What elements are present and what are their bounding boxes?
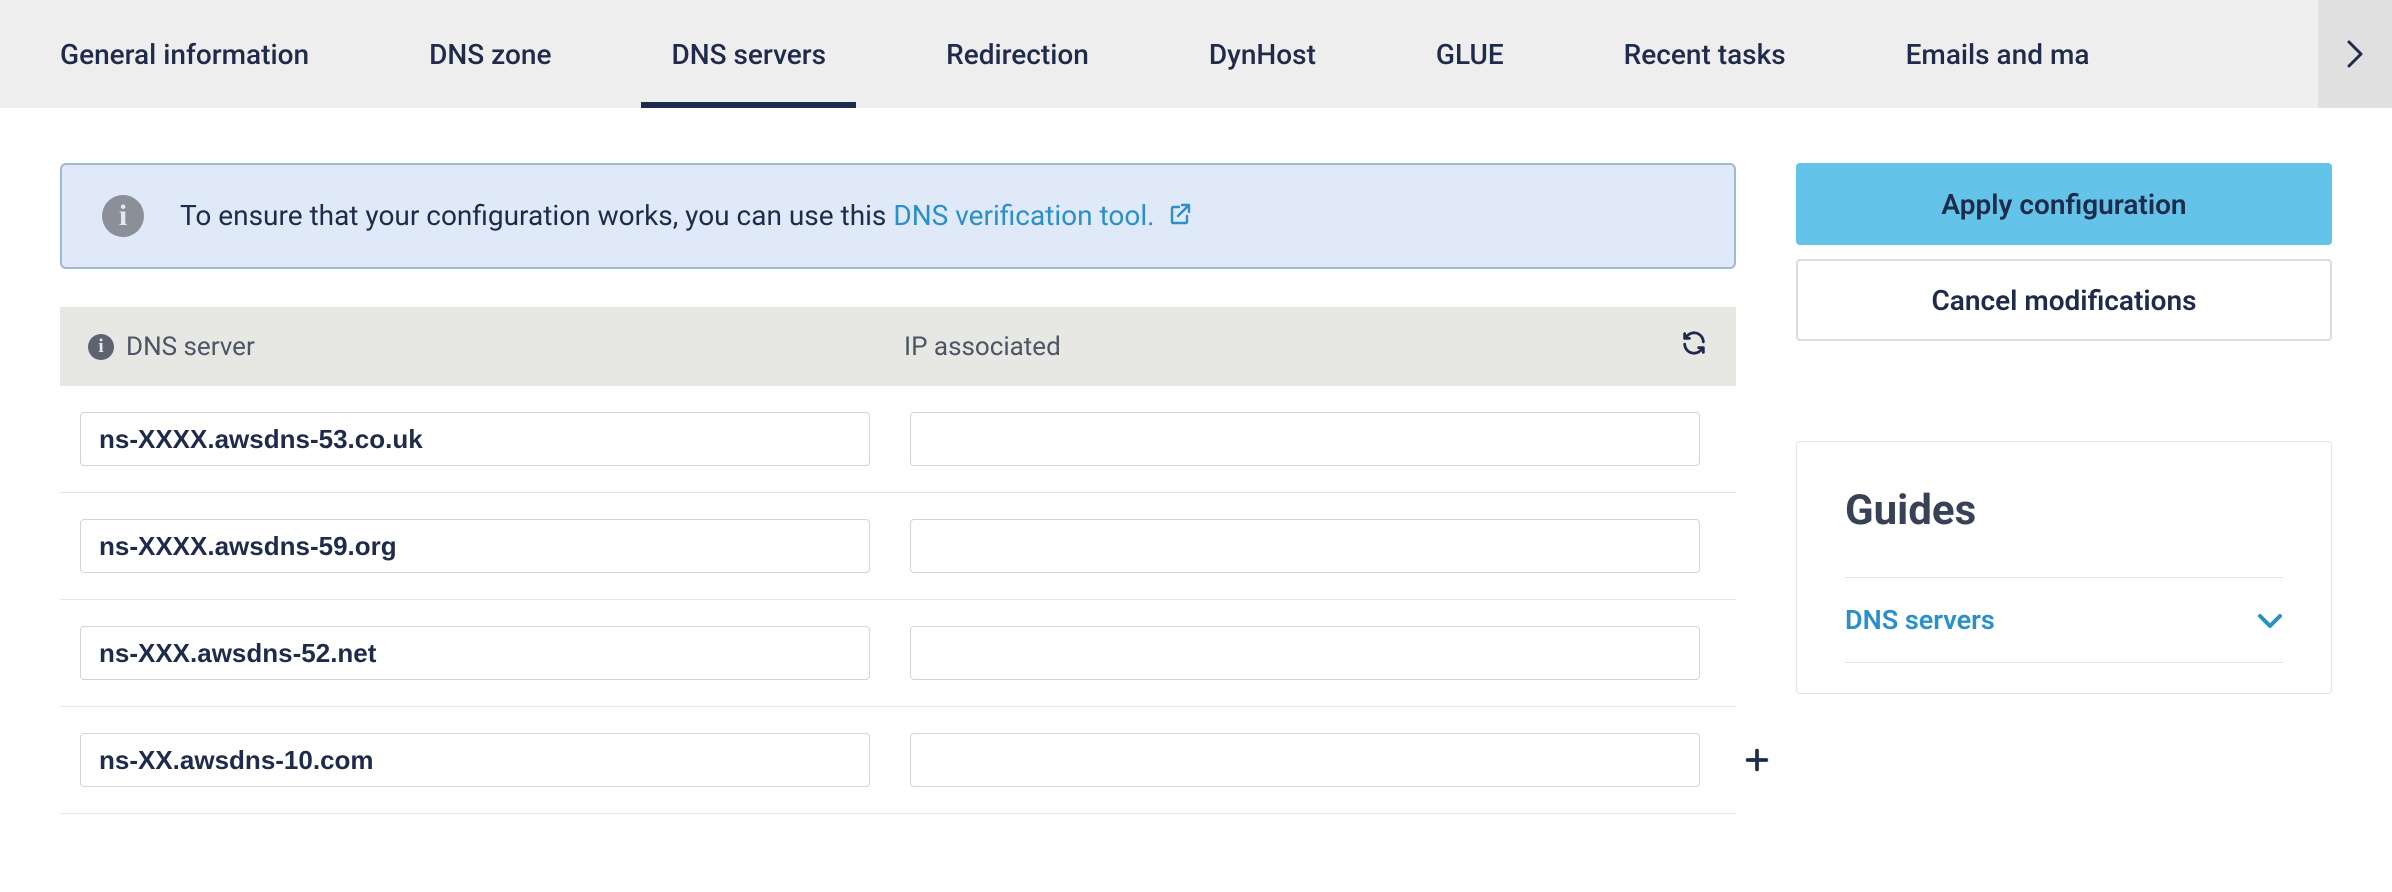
add-row-button[interactable] xyxy=(1740,743,1774,777)
dns-verification-link-text: DNS verification tool. xyxy=(893,199,1154,232)
tab-label: Recent tasks xyxy=(1624,38,1786,71)
tab-label: Redirection xyxy=(946,38,1089,71)
info-icon: i xyxy=(88,334,114,360)
tab-glue[interactable]: GLUE xyxy=(1376,0,1564,108)
tab-general[interactable]: General information xyxy=(0,0,369,108)
refresh-icon xyxy=(1680,329,1708,357)
tab-redirection[interactable]: Redirection xyxy=(886,0,1149,108)
guides-item-label: DNS servers xyxy=(1845,604,1995,636)
table-row xyxy=(60,493,1736,600)
dns-server-input[interactable] xyxy=(80,519,870,573)
guides-item[interactable]: DNS servers xyxy=(1845,577,2283,663)
ip-cell xyxy=(910,412,1700,466)
table-row xyxy=(60,600,1736,707)
table-row xyxy=(60,707,1736,814)
tab-label: DynHost xyxy=(1209,38,1316,71)
column-header-ip: IP associated xyxy=(904,332,1658,362)
external-link-icon xyxy=(1168,200,1192,233)
guides-title: Guides xyxy=(1845,486,2283,535)
info-text: To ensure that your configuration works,… xyxy=(180,199,1192,233)
tab-emails[interactable]: Emails and ma xyxy=(1846,0,2090,108)
left-column: i To ensure that your configuration work… xyxy=(60,163,1736,814)
dns-cell xyxy=(80,412,870,466)
plus-icon xyxy=(1743,746,1771,774)
tab-dynhost[interactable]: DynHost xyxy=(1149,0,1376,108)
dns-verification-link[interactable]: DNS verification tool. xyxy=(893,199,1191,232)
tabs-bar: General information DNS zone DNS servers Re… xyxy=(0,0,2392,108)
dns-table-header: i DNS server IP associated xyxy=(60,307,1736,386)
dns-rows xyxy=(60,386,1736,814)
dns-server-input[interactable] xyxy=(80,733,870,787)
column-header-dns: i DNS server xyxy=(88,332,904,362)
tab-recent[interactable]: Recent tasks xyxy=(1564,0,1846,108)
ip-associated-input[interactable] xyxy=(910,519,1700,573)
apply-configuration-button[interactable]: Apply configuration xyxy=(1796,163,2332,245)
dns-cell xyxy=(80,519,870,573)
chevron-down-icon xyxy=(2257,604,2283,636)
tabs-scroll: General information DNS zone DNS servers Re… xyxy=(0,0,2392,108)
tab-label: General information xyxy=(60,38,309,71)
dns-cell xyxy=(80,733,870,787)
dns-server-input[interactable] xyxy=(80,412,870,466)
ip-associated-input[interactable] xyxy=(910,733,1700,787)
cancel-modifications-label: Cancel modifications xyxy=(1931,284,2196,317)
info-banner: i To ensure that your configuration work… xyxy=(60,163,1736,269)
tab-label: Emails and ma xyxy=(1906,38,2090,71)
cancel-modifications-button[interactable]: Cancel modifications xyxy=(1796,259,2332,341)
row-actions xyxy=(1740,743,1780,777)
ip-associated-input[interactable] xyxy=(910,412,1700,466)
tabs-scroll-right-button[interactable] xyxy=(2318,0,2392,108)
apply-configuration-label: Apply configuration xyxy=(1941,188,2186,221)
main-content: i To ensure that your configuration work… xyxy=(0,108,2392,814)
table-row xyxy=(60,386,1736,493)
ip-associated-input[interactable] xyxy=(910,626,1700,680)
tab-label: DNS zone xyxy=(429,38,551,71)
dns-cell xyxy=(80,626,870,680)
refresh-button[interactable] xyxy=(1658,329,1708,364)
tab-label: GLUE xyxy=(1436,38,1504,71)
ip-cell xyxy=(910,519,1700,573)
guides-panel: Guides DNS servers xyxy=(1796,441,2332,694)
chevron-right-icon xyxy=(2346,39,2364,69)
ip-cell xyxy=(910,733,1700,787)
info-icon: i xyxy=(102,195,144,237)
tab-label: DNS servers xyxy=(671,38,826,71)
dns-server-input[interactable] xyxy=(80,626,870,680)
right-column: Apply configuration Cancel modifications… xyxy=(1796,163,2332,814)
ip-cell xyxy=(910,626,1700,680)
tab-dnsservers[interactable]: DNS servers xyxy=(611,0,886,108)
tab-dnszone[interactable]: DNS zone xyxy=(369,0,611,108)
info-text-prefix: To ensure that your configuration works,… xyxy=(180,199,893,232)
column-header-dns-label: DNS server xyxy=(126,332,255,362)
